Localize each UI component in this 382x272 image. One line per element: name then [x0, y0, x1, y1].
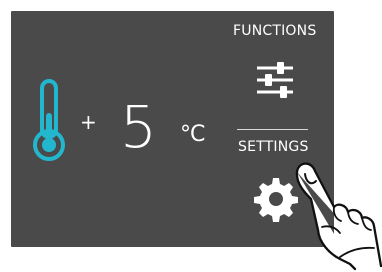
functions-label[interactable]: FUNCTIONS: [233, 23, 316, 39]
gear-icon[interactable]: [251, 174, 301, 224]
menu-divider: [237, 129, 308, 130]
temperature-unit: °C: [180, 122, 205, 147]
control-panel-screenshot: + 5 °C FUNCTIONS SETTINGS: [0, 0, 382, 272]
temperature-sign: +: [80, 110, 97, 134]
thermometer-icon: [33, 79, 65, 161]
settings-label[interactable]: SETTINGS: [238, 139, 309, 155]
sliders-icon[interactable]: [253, 60, 297, 100]
temperature-value: 5: [120, 93, 157, 161]
